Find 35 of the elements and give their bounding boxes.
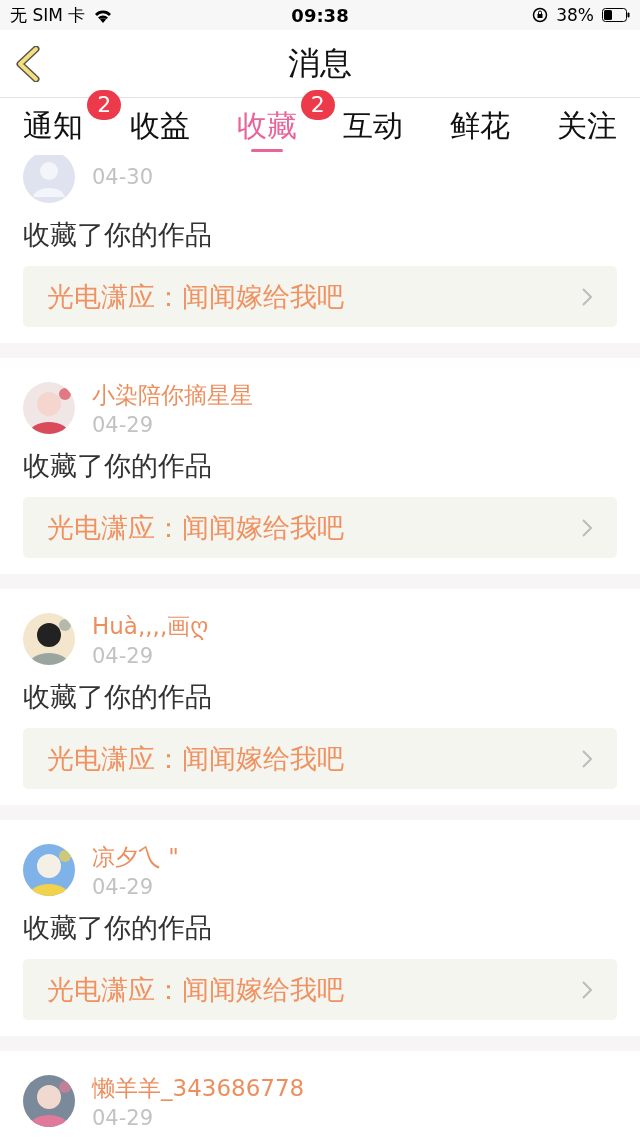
page-title: 消息 — [288, 42, 352, 84]
message-date: 04-29 — [92, 1105, 155, 1130]
chevron-icon — [581, 286, 593, 307]
clock-time: 09:38 — [291, 4, 349, 26]
chevron-icon — [581, 979, 593, 1000]
tab[interactable]: 互动 — [339, 98, 408, 155]
message-date: 04-29 — [92, 643, 155, 668]
rotation-lock-icon — [532, 7, 549, 23]
message-text: 收藏了你的作品 — [23, 220, 213, 250]
message-date: 04-29 — [92, 874, 155, 899]
chevron-icon — [581, 517, 593, 538]
user-name[interactable]: 懒羊羊_343686778 — [92, 1072, 305, 1104]
count-badge: 2 — [87, 90, 122, 120]
tab[interactable]: 通知 — [19, 98, 88, 155]
message-text: 收藏了你的作品 — [23, 451, 213, 481]
work-link[interactable]: 光电潇应：闻闻嫁给我吧 — [23, 959, 617, 1020]
message-text: 收藏了你的作品 — [23, 682, 213, 712]
tab[interactable]: 收藏 — [232, 98, 301, 155]
user-name[interactable]: 凉夕乀 " — [92, 841, 179, 873]
carrier-label: 无 SIM 卡 — [10, 3, 86, 27]
battery-icon — [602, 8, 630, 22]
chevron-icon — [581, 748, 593, 769]
count-badge: 2 — [300, 90, 335, 120]
message-date: 04-29 — [92, 412, 155, 437]
tab[interactable]: 收益 — [126, 98, 194, 155]
battery-percent: 38% — [556, 5, 594, 25]
message-date: 04-30 — [92, 165, 154, 189]
tab[interactable]: 鲜花 — [446, 98, 514, 155]
user-name[interactable]: 小染陪你摘星星 — [92, 379, 253, 411]
work-link[interactable]: 光电潇应：闻闻嫁给我吧 — [23, 728, 617, 789]
work-link[interactable]: 光电潇应：闻闻嫁给我吧 — [23, 266, 617, 327]
tab[interactable]: 关注 — [552, 98, 621, 155]
user-name[interactable]: Huà,,,,画ღ — [92, 610, 209, 642]
work-link[interactable]: 光电潇应：闻闻嫁给我吧 — [23, 497, 617, 558]
message-text: 收藏了你的作品 — [23, 913, 213, 943]
